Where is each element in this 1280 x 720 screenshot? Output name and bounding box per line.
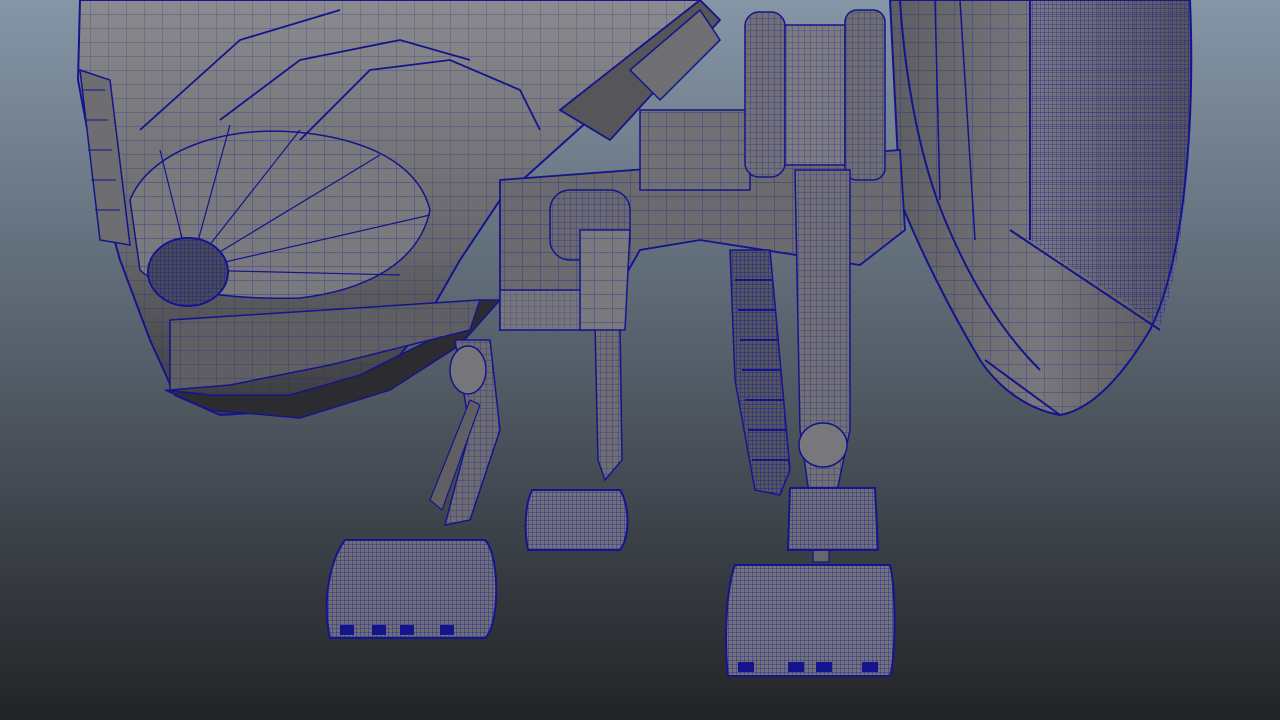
- center-foot: [524, 489, 629, 551]
- maya-3d-viewport[interactable]: [0, 0, 1280, 720]
- front-left-foot: [325, 539, 498, 639]
- wireframe-scene[interactable]: [0, 0, 1280, 720]
- right-small-foot: [786, 487, 880, 551]
- rear-foot: [725, 564, 896, 677]
- sensor-port: [147, 237, 229, 307]
